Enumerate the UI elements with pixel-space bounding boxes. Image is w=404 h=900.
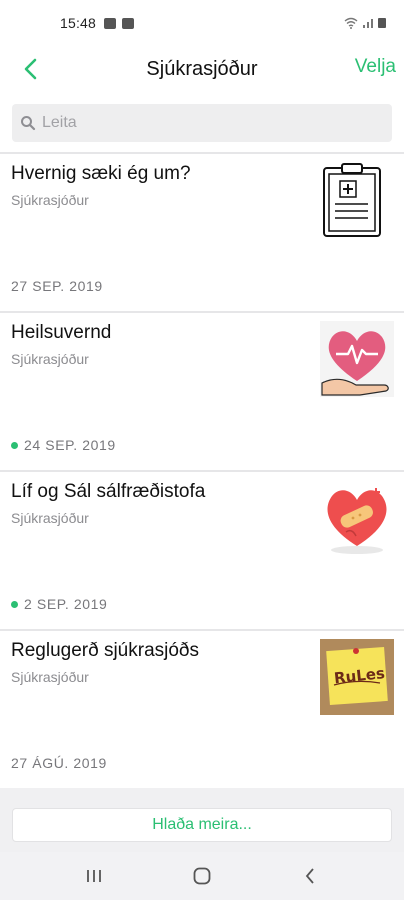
item-title: Líf og Sál sálfræðistofa: [11, 481, 206, 502]
select-button[interactable]: Velja: [355, 56, 396, 78]
item-subtitle: Sjúkrasjóður: [11, 351, 89, 367]
clipboard-icon: [323, 163, 381, 237]
item-subtitle: Sjúkrasjóður: [11, 669, 89, 685]
item-title: Hvernig sæki ég um?: [11, 163, 191, 184]
list-item[interactable]: Hvernig sæki ég um? Sjúkrasjóður 27 SEP.…: [0, 152, 404, 311]
battery-icon: [378, 18, 386, 28]
item-title: Heilsuvernd: [11, 322, 112, 343]
list-item[interactable]: Reglugerð sjúkrasjóðs Sjúkrasjóður 27 ÁG…: [0, 629, 404, 788]
unread-dot: [11, 441, 18, 449]
system-back-button[interactable]: [290, 856, 330, 896]
rules-note-icon: RuLes: [320, 639, 394, 715]
article-list: Hvernig sæki ég um? Sjúkrasjóður 27 SEP.…: [0, 152, 404, 788]
item-date: 27 SEP. 2019: [11, 278, 103, 294]
gallery-notification-icon: [104, 17, 117, 29]
page-title: Sjúkrasjóður: [146, 57, 258, 80]
home-icon: [193, 867, 211, 885]
heart-hand-icon: [320, 321, 394, 397]
home-button[interactable]: [182, 856, 222, 896]
recent-apps-button[interactable]: [74, 856, 114, 896]
status-bar: 15:48: [0, 0, 404, 46]
load-more-button[interactable]: Hlaða meira...: [12, 808, 392, 842]
back-icon: [305, 868, 314, 884]
item-date: 27 ÁGÚ. 2019: [11, 755, 107, 771]
item-subtitle: Sjúkrasjóður: [11, 192, 89, 208]
search-input[interactable]: [42, 114, 362, 132]
list-item[interactable]: Líf og Sál sálfræðistofa Sjúkrasjóður 2 …: [0, 470, 404, 629]
app-header: Sjúkrasjóður Velja: [0, 46, 404, 92]
item-subtitle: Sjúkrasjóður: [11, 510, 89, 526]
load-more-area: Hlaða meira...: [0, 788, 404, 852]
back-button[interactable]: [16, 54, 44, 84]
status-time: 15:48: [60, 15, 97, 31]
bandaged-heart-icon: [327, 488, 387, 554]
chevron-left-icon: [24, 58, 37, 80]
system-nav-bar: [0, 852, 404, 900]
signal-icon: [363, 19, 373, 28]
unread-dot: [11, 600, 18, 608]
item-date: 24 SEP. 2019: [11, 437, 116, 453]
search-bar: [12, 104, 392, 142]
item-date: 2 SEP. 2019: [11, 596, 107, 612]
recent-apps-icon: [87, 870, 101, 882]
wifi-icon: [344, 17, 358, 29]
item-title: Reglugerð sjúkrasjóðs: [11, 640, 199, 661]
search-icon: [21, 116, 36, 131]
list-item[interactable]: Heilsuvernd Sjúkrasjóður 24 SEP. 2019: [0, 311, 404, 470]
message-notification-icon: [122, 17, 135, 29]
